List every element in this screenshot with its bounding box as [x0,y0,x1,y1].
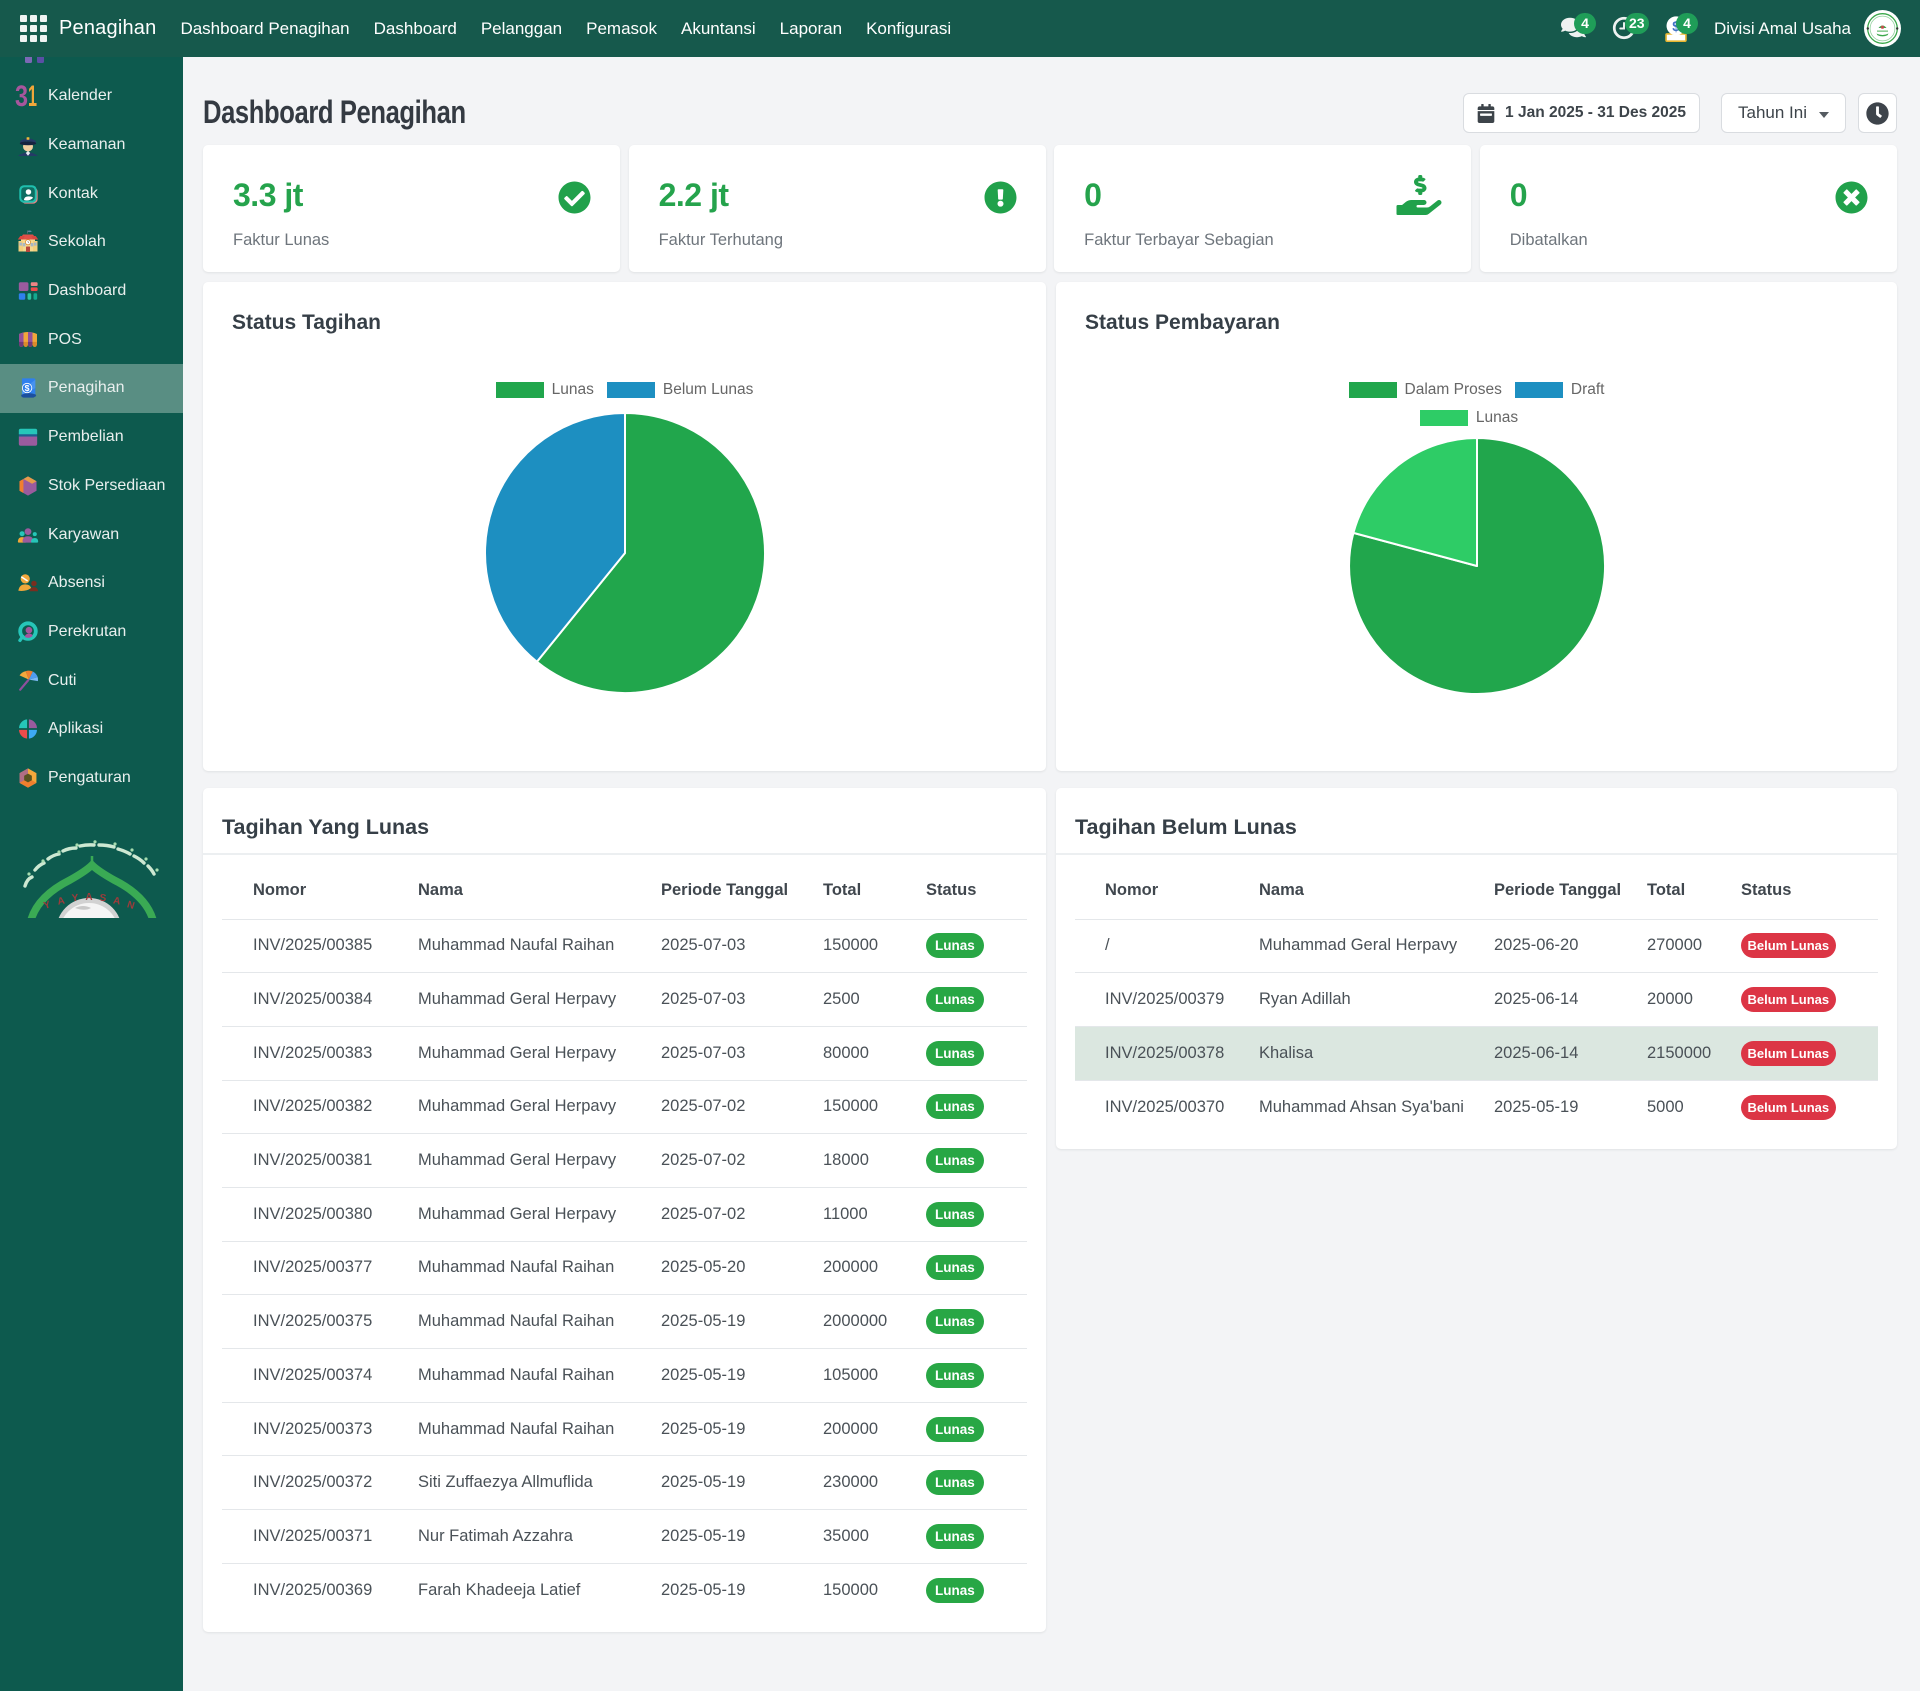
svg-text:1: 1 [28,80,37,113]
svg-text:N: N [126,899,136,912]
svg-text:3: 3 [15,80,28,113]
svg-text:$: $ [25,384,30,394]
svg-text:A: A [85,892,92,903]
svg-text:A: A [112,895,121,907]
svg-text:Y: Y [42,899,52,912]
svg-text:A: A [57,895,66,907]
svg-text:Y: Y [71,893,79,905]
svg-text:S: S [99,893,107,905]
